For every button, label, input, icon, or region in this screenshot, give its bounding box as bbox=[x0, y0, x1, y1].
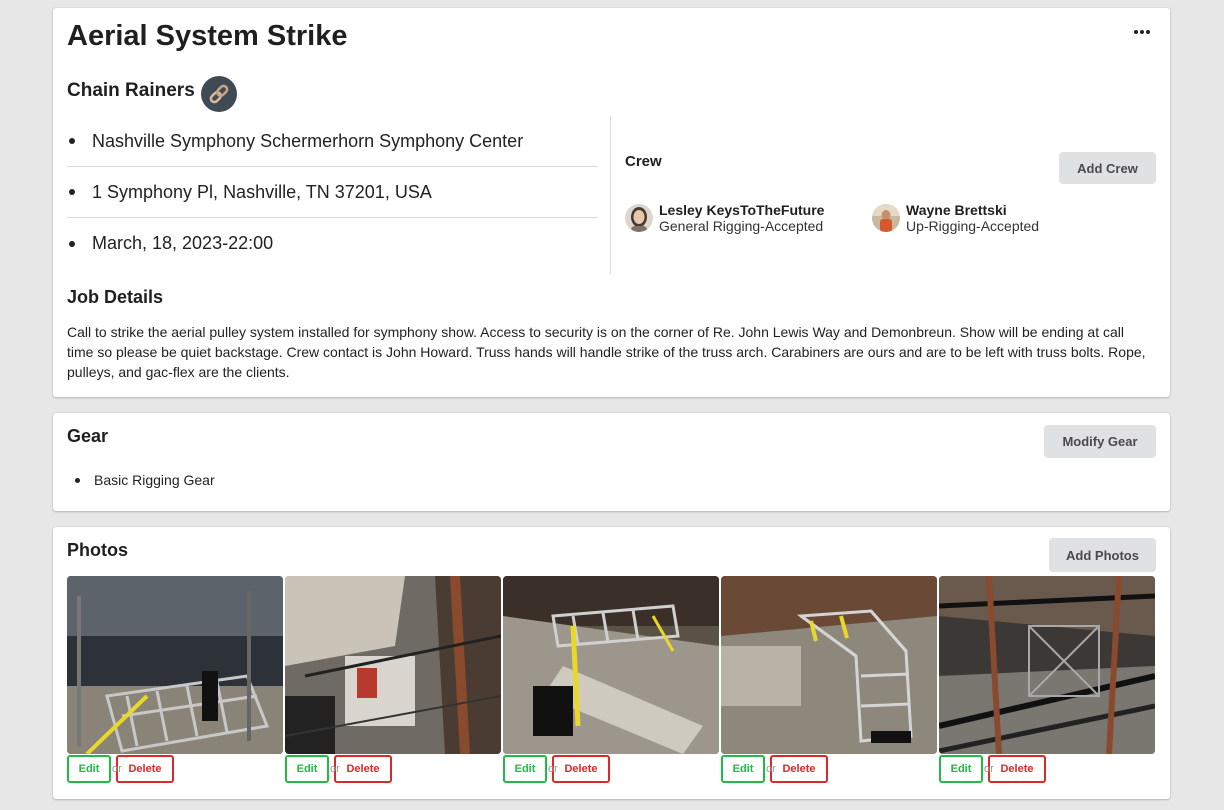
photo-actions: Edit or Delete bbox=[67, 755, 283, 783]
photo-actions: Edit or Delete bbox=[285, 755, 501, 783]
avatar bbox=[872, 204, 900, 232]
divider bbox=[610, 116, 611, 274]
address-text: 1 Symphony Pl, Nashville, TN 37201, USA bbox=[92, 181, 432, 202]
address-item: 1 Symphony Pl, Nashville, TN 37201, USA bbox=[67, 167, 598, 218]
photo-item: Edit or Delete bbox=[285, 576, 501, 783]
edit-photo-button[interactable]: Edit bbox=[939, 755, 983, 783]
photos-heading: Photos bbox=[67, 540, 128, 560]
crew-role: Up-Rigging-Accepted bbox=[906, 218, 1040, 234]
delete-photo-button[interactable]: Delete bbox=[988, 755, 1046, 783]
job-details-heading: Job Details bbox=[67, 287, 164, 307]
job-card: Aerial System Strike Chain Rainers Nashv… bbox=[53, 8, 1170, 397]
add-photos-button[interactable]: Add Photos bbox=[1049, 538, 1156, 572]
photo-item: Edit or Delete bbox=[721, 576, 937, 783]
add-crew-button[interactable]: Add Crew bbox=[1059, 152, 1156, 184]
delete-photo-button[interactable]: Delete bbox=[116, 755, 174, 783]
edit-photo-button[interactable]: Edit bbox=[503, 755, 547, 783]
photo-thumbnail[interactable] bbox=[67, 576, 283, 754]
venue-text: Nashville Symphony Schermerhorn Symphony… bbox=[92, 130, 524, 151]
or-label: or bbox=[329, 763, 340, 775]
crew-name: Wayne Brettski bbox=[906, 202, 1007, 218]
gear-heading: Gear bbox=[67, 426, 109, 446]
datetime-text: March, 18, 2023-22:00 bbox=[92, 233, 274, 253]
gear-list: Basic Rigging Gear bbox=[75, 470, 215, 490]
photos-card: Photos Add Photos Edit or Delete Edit or… bbox=[53, 527, 1170, 799]
delete-photo-button[interactable]: Delete bbox=[770, 755, 828, 783]
edit-photo-button[interactable]: Edit bbox=[285, 755, 329, 783]
job-info-list: Nashville Symphony Schermerhorn Symphony… bbox=[67, 116, 598, 269]
avatar bbox=[625, 204, 653, 232]
crew-heading: Crew bbox=[625, 153, 662, 170]
photo-item: Edit or Delete bbox=[939, 576, 1155, 783]
or-label: or bbox=[983, 763, 994, 775]
gear-item-label: Basic Rigging Gear bbox=[94, 472, 215, 488]
photo-thumbnail[interactable] bbox=[939, 576, 1155, 754]
crew-name: Lesley KeysToTheFuture bbox=[659, 202, 825, 218]
job-title: Aerial System Strike bbox=[67, 20, 348, 52]
or-label: or bbox=[111, 763, 122, 775]
photo-item: Edit or Delete bbox=[67, 576, 283, 783]
or-label: or bbox=[547, 763, 558, 775]
crew-member[interactable]: Lesley KeysToTheFuture General Rigging-A… bbox=[625, 202, 824, 235]
crew-role: General Rigging-Accepted bbox=[659, 218, 824, 234]
edit-photo-button[interactable]: Edit bbox=[67, 755, 111, 783]
venue-item: Nashville Symphony Schermerhorn Symphony… bbox=[67, 116, 598, 167]
photo-actions: Edit or Delete bbox=[503, 755, 719, 783]
delete-photo-button[interactable]: Delete bbox=[552, 755, 610, 783]
or-label: or bbox=[765, 763, 776, 775]
modify-gear-button[interactable]: Modify Gear bbox=[1044, 425, 1156, 458]
photo-item: Edit or Delete bbox=[503, 576, 719, 783]
photo-actions: Edit or Delete bbox=[939, 755, 1155, 783]
photo-actions: Edit or Delete bbox=[721, 755, 937, 783]
datetime-item: March, 18, 2023-22:00 bbox=[67, 218, 598, 269]
photo-thumbnail[interactable] bbox=[503, 576, 719, 754]
crew-member[interactable]: Wayne Brettski Up-Rigging-Accepted bbox=[872, 202, 1039, 235]
ellipsis-icon[interactable] bbox=[1132, 24, 1152, 40]
photo-thumbnail[interactable] bbox=[285, 576, 501, 754]
chain-link-icon bbox=[200, 76, 237, 112]
company: Chain Rainers bbox=[67, 70, 237, 112]
delete-photo-button[interactable]: Delete bbox=[334, 755, 392, 783]
edit-photo-button[interactable]: Edit bbox=[721, 755, 765, 783]
gear-card: Gear Modify Gear Basic Rigging Gear bbox=[53, 413, 1170, 511]
photo-gallery: Edit or Delete Edit or Delete Edit or De… bbox=[67, 576, 1155, 783]
photo-thumbnail[interactable] bbox=[721, 576, 937, 754]
job-details-text: Call to strike the aerial pulley system … bbox=[67, 324, 1146, 380]
company-name: Chain Rainers bbox=[67, 80, 195, 101]
gear-item: Basic Rigging Gear bbox=[75, 470, 215, 490]
